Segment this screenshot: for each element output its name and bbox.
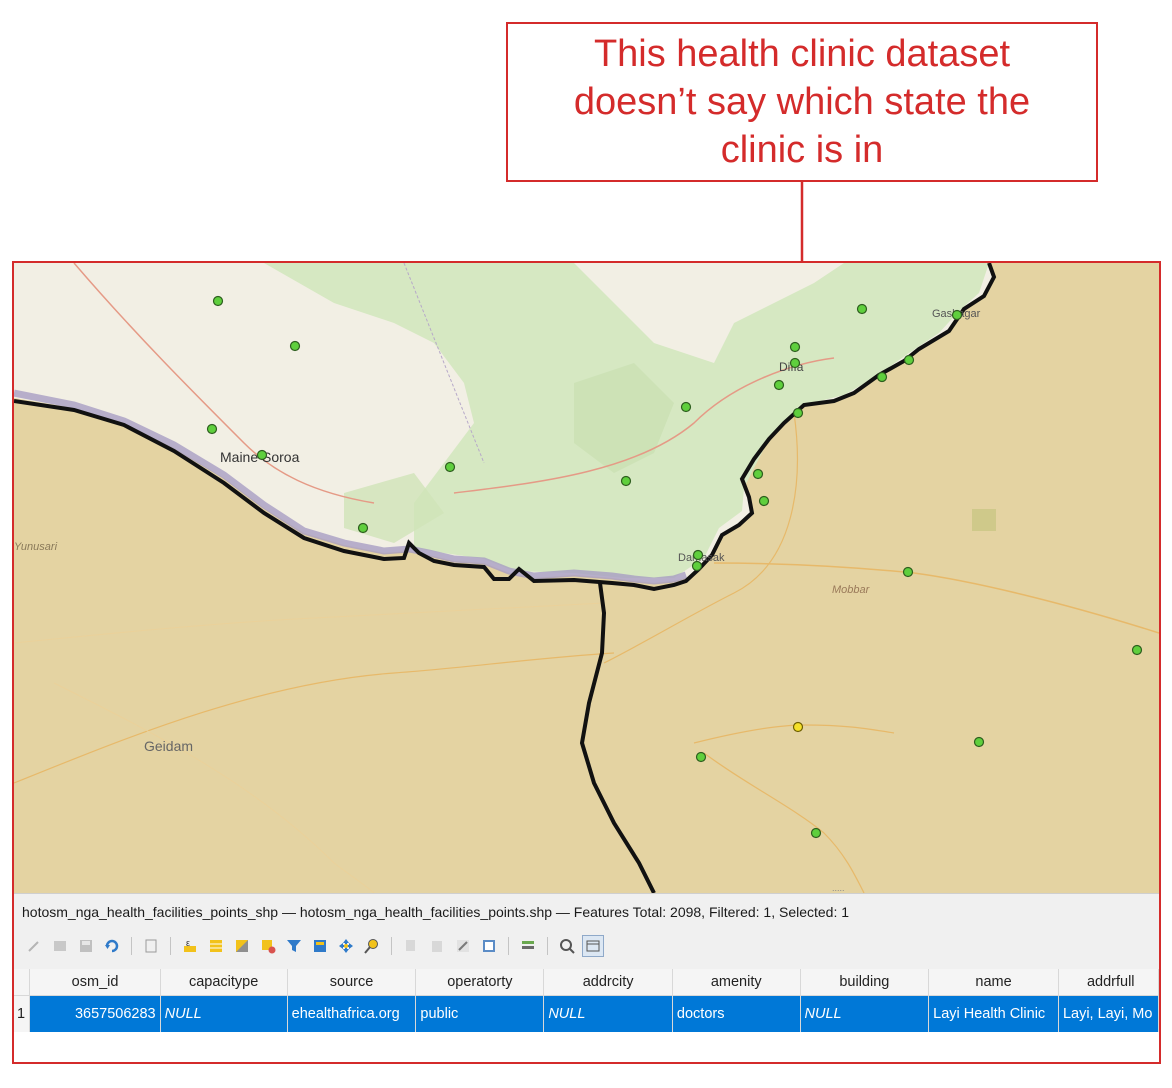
facility-point	[620, 475, 632, 487]
svg-text:.....: .....	[832, 883, 845, 893]
move-selection-top-icon[interactable]	[310, 936, 330, 956]
conditional-formatting-icon[interactable]	[518, 936, 538, 956]
cell-operatorty[interactable]: public	[415, 995, 545, 1032]
attribute-table-toolbar: ε	[24, 932, 604, 960]
actions-zoom-icon[interactable]	[557, 936, 577, 956]
map-label-geidam: Geidam	[144, 738, 193, 754]
facility-point	[692, 549, 704, 561]
column-header-capacitype[interactable]: capacitype	[160, 969, 288, 996]
facility-point	[758, 495, 770, 507]
facility-point	[680, 401, 692, 413]
facility-point	[1131, 644, 1143, 656]
deselect-all-icon[interactable]	[258, 936, 278, 956]
map-label-mobbar: Mobbar	[832, 584, 871, 596]
cell-addrfull[interactable]: Layi, Layi, Mo	[1058, 995, 1159, 1032]
row-number[interactable]: 1	[14, 995, 31, 1032]
cell-amenity[interactable]: doctors	[672, 995, 801, 1032]
table-row[interactable]: 1 3657506283 NULL ehealthafrica.org publ…	[14, 995, 1159, 1032]
facility-point	[973, 736, 985, 748]
selected-facility-point[interactable]	[792, 721, 804, 733]
cell-addrcity[interactable]: NULL	[543, 995, 673, 1032]
facility-point	[752, 468, 764, 480]
multi-edit-icon[interactable]	[50, 936, 70, 956]
facility-point	[773, 379, 785, 391]
cell-capacitype[interactable]: NULL	[160, 995, 288, 1032]
select-by-expression-icon[interactable]: ε	[180, 936, 200, 956]
column-header-building[interactable]: building	[800, 969, 930, 996]
facility-point	[903, 354, 915, 366]
facility-point	[206, 423, 218, 435]
column-header-name[interactable]: name	[928, 969, 1059, 996]
select-all-icon[interactable]	[206, 936, 226, 956]
header-row: osm_id capacitype source operatorty addr…	[14, 969, 1159, 996]
map-canvas[interactable]: Maine Soroa Diffa Gashagar Damasak Mobba…	[14, 263, 1159, 893]
pan-to-selection-icon[interactable]	[336, 936, 356, 956]
filter-icon[interactable]	[284, 936, 304, 956]
attribute-table-status: hotosm_nga_health_facilities_points_shp …	[22, 904, 850, 920]
facility-point	[789, 341, 801, 353]
facility-point	[792, 407, 804, 419]
facility-point	[856, 303, 868, 315]
facility-point	[789, 357, 801, 369]
facility-point	[289, 340, 301, 352]
map-label-yunusari: Yunusari	[14, 541, 58, 553]
facility-point	[691, 560, 703, 572]
facility-point	[951, 309, 963, 321]
zoom-to-selection-icon[interactable]	[362, 936, 382, 956]
field-calculator-icon[interactable]	[479, 936, 499, 956]
facility-point	[444, 461, 456, 473]
add-feature-icon[interactable]	[141, 936, 161, 956]
invert-selection-icon[interactable]	[232, 936, 252, 956]
cell-source[interactable]: ehealthafrica.org	[287, 995, 417, 1032]
save-icon[interactable]	[76, 936, 96, 956]
corner-header[interactable]	[14, 969, 31, 996]
facility-point	[902, 566, 914, 578]
column-header-amenity[interactable]: amenity	[672, 969, 801, 996]
svg-text:ε: ε	[186, 938, 190, 948]
column-header-source[interactable]: source	[287, 969, 417, 996]
cell-name[interactable]: Layi Health Clinic	[928, 995, 1059, 1032]
column-header-addrcity[interactable]: addrcity	[543, 969, 673, 996]
facility-point	[695, 751, 707, 763]
facility-point	[876, 371, 888, 383]
attribute-grid[interactable]: osm_id capacitype source operatorty addr…	[14, 969, 1159, 1062]
pencil-icon[interactable]	[24, 936, 44, 956]
qgis-screenshot-frame: Maine Soroa Diffa Gashagar Damasak Mobba…	[12, 261, 1161, 1064]
paste-icon[interactable]	[427, 936, 447, 956]
facility-point	[212, 295, 224, 307]
column-header-operatorty[interactable]: operatorty	[415, 969, 545, 996]
column-header-addrfull[interactable]: addrfull	[1058, 969, 1159, 996]
facility-point	[810, 827, 822, 839]
facility-point	[357, 522, 369, 534]
attribute-table-panel: hotosm_nga_health_facilities_points_shp …	[14, 893, 1159, 1062]
facility-point	[256, 449, 268, 461]
delete-field-icon[interactable]	[453, 936, 473, 956]
cell-osm-id[interactable]: 3657506283	[29, 995, 161, 1032]
cell-building[interactable]: NULL	[800, 995, 930, 1032]
dock-table-icon[interactable]	[582, 935, 604, 957]
reload-icon[interactable]	[102, 936, 122, 956]
copy-icon[interactable]	[401, 936, 421, 956]
column-header-osm-id[interactable]: osm_id	[29, 969, 161, 996]
